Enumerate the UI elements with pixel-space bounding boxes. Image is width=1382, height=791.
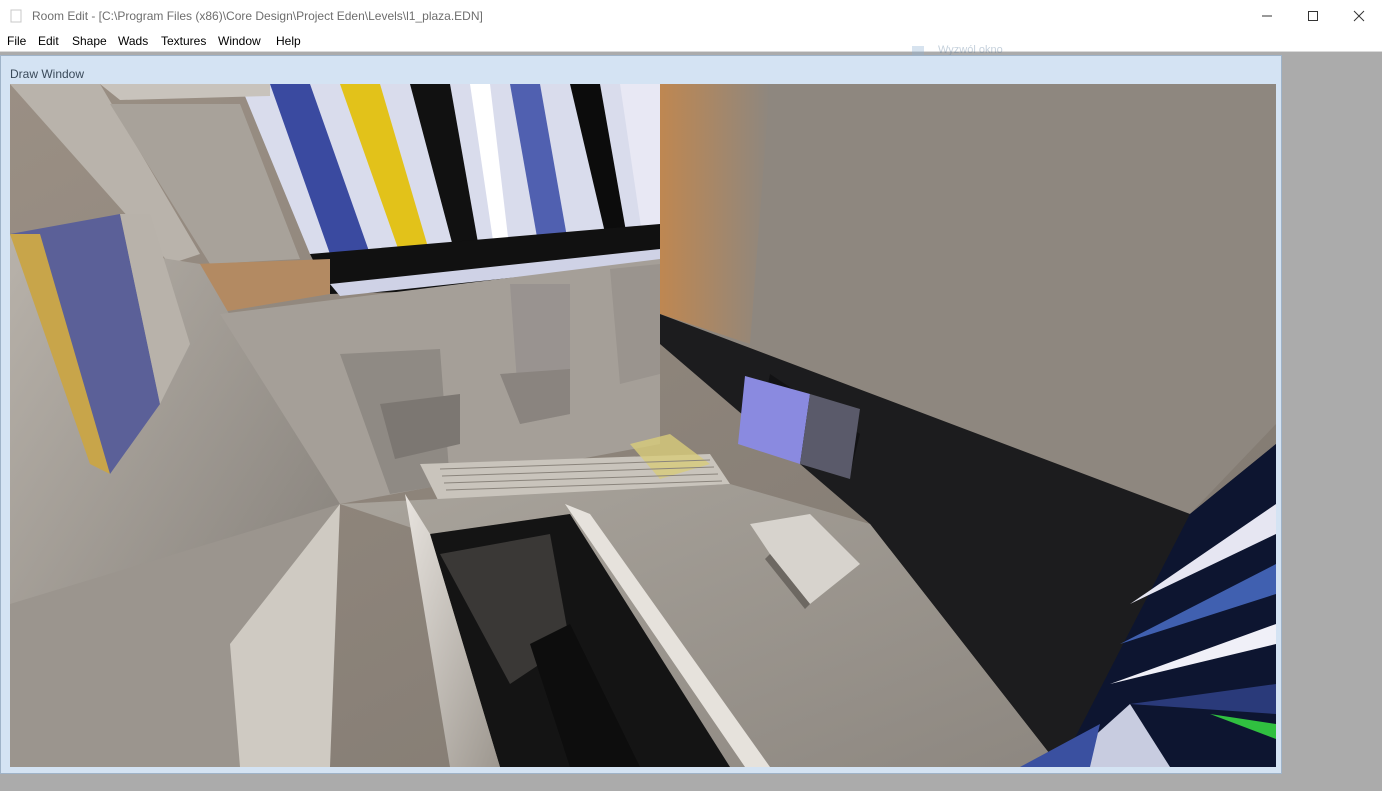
scene-render <box>10 84 1276 767</box>
3d-viewport[interactable] <box>10 84 1276 767</box>
menu-bar: File Edit Shape Wads Textures Window Hel… <box>0 32 1382 52</box>
menu-shape[interactable]: Shape <box>70 34 109 48</box>
menu-window[interactable]: Window <box>216 34 263 48</box>
maximize-icon <box>1307 10 1319 22</box>
minimize-button[interactable] <box>1244 0 1290 32</box>
title-bar: Room Edit - [C:\Program Files (x86)\Core… <box>0 0 1382 32</box>
draw-window[interactable]: Draw Window <box>0 55 1282 774</box>
draw-window-title: Draw Window <box>10 67 85 81</box>
menu-textures[interactable]: Textures <box>159 34 208 48</box>
document-icon[interactable] <box>9 9 23 23</box>
close-icon <box>1353 10 1365 22</box>
menu-wads[interactable]: Wads <box>116 34 150 48</box>
minimize-icon <box>1261 10 1273 22</box>
menu-edit[interactable]: Edit <box>36 34 61 48</box>
window-title: Room Edit - [C:\Program Files (x86)\Core… <box>32 9 483 23</box>
close-button[interactable] <box>1336 0 1382 32</box>
maximize-button[interactable] <box>1290 0 1336 32</box>
menu-file[interactable]: File <box>5 34 28 48</box>
menu-help[interactable]: Help <box>274 34 303 48</box>
status-strip <box>0 774 1382 791</box>
